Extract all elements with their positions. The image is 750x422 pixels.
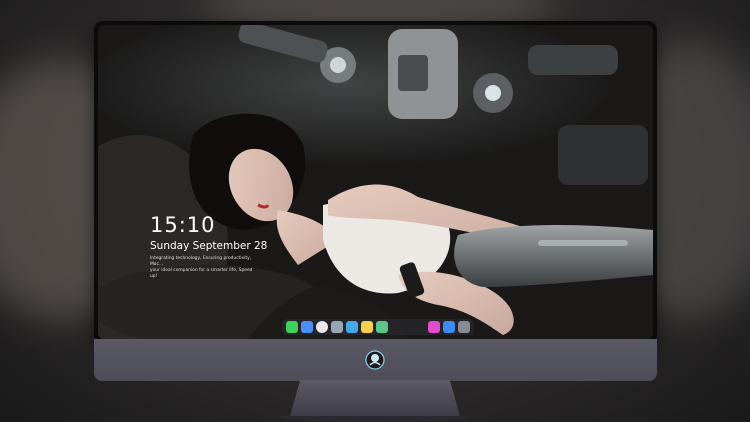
messages-icon[interactable] (286, 321, 298, 333)
clock-time: 15:10 (150, 213, 216, 237)
clock-date: Sunday September 28 (150, 240, 268, 252)
dock (282, 319, 474, 335)
notes-icon[interactable] (361, 321, 373, 333)
screen-bezel: 15:10 Sunday September 28 Integrating te… (94, 21, 657, 343)
photos-icon[interactable] (376, 321, 388, 333)
preview-icon[interactable] (331, 321, 343, 333)
wallpaper-image (98, 25, 653, 339)
clock-icon[interactable] (316, 321, 328, 333)
lock-screen: 15:10 Sunday September 28 Integrating te… (98, 25, 653, 339)
lock-screen-overlay: 15:10 Sunday September 28 Integrating te… (150, 213, 267, 280)
finder-icon[interactable] (301, 321, 313, 333)
tagline: Integrating technology, Ensuring product… (150, 256, 260, 280)
camera-icon[interactable] (458, 321, 470, 333)
monitor-stand (290, 380, 460, 416)
imac-monitor: 15:10 Sunday September 28 Integrating te… (94, 21, 657, 381)
app-store-icon[interactable] (443, 321, 455, 333)
brand-logo-icon (365, 350, 385, 370)
clapper-icon[interactable] (346, 321, 358, 333)
tagline-line-2: your ideal companion for a smarter life,… (150, 268, 253, 279)
monitor-chin (94, 339, 657, 381)
tagline-line-1: Integrating technology, Ensuring product… (150, 256, 252, 267)
music-icon[interactable] (428, 321, 440, 333)
